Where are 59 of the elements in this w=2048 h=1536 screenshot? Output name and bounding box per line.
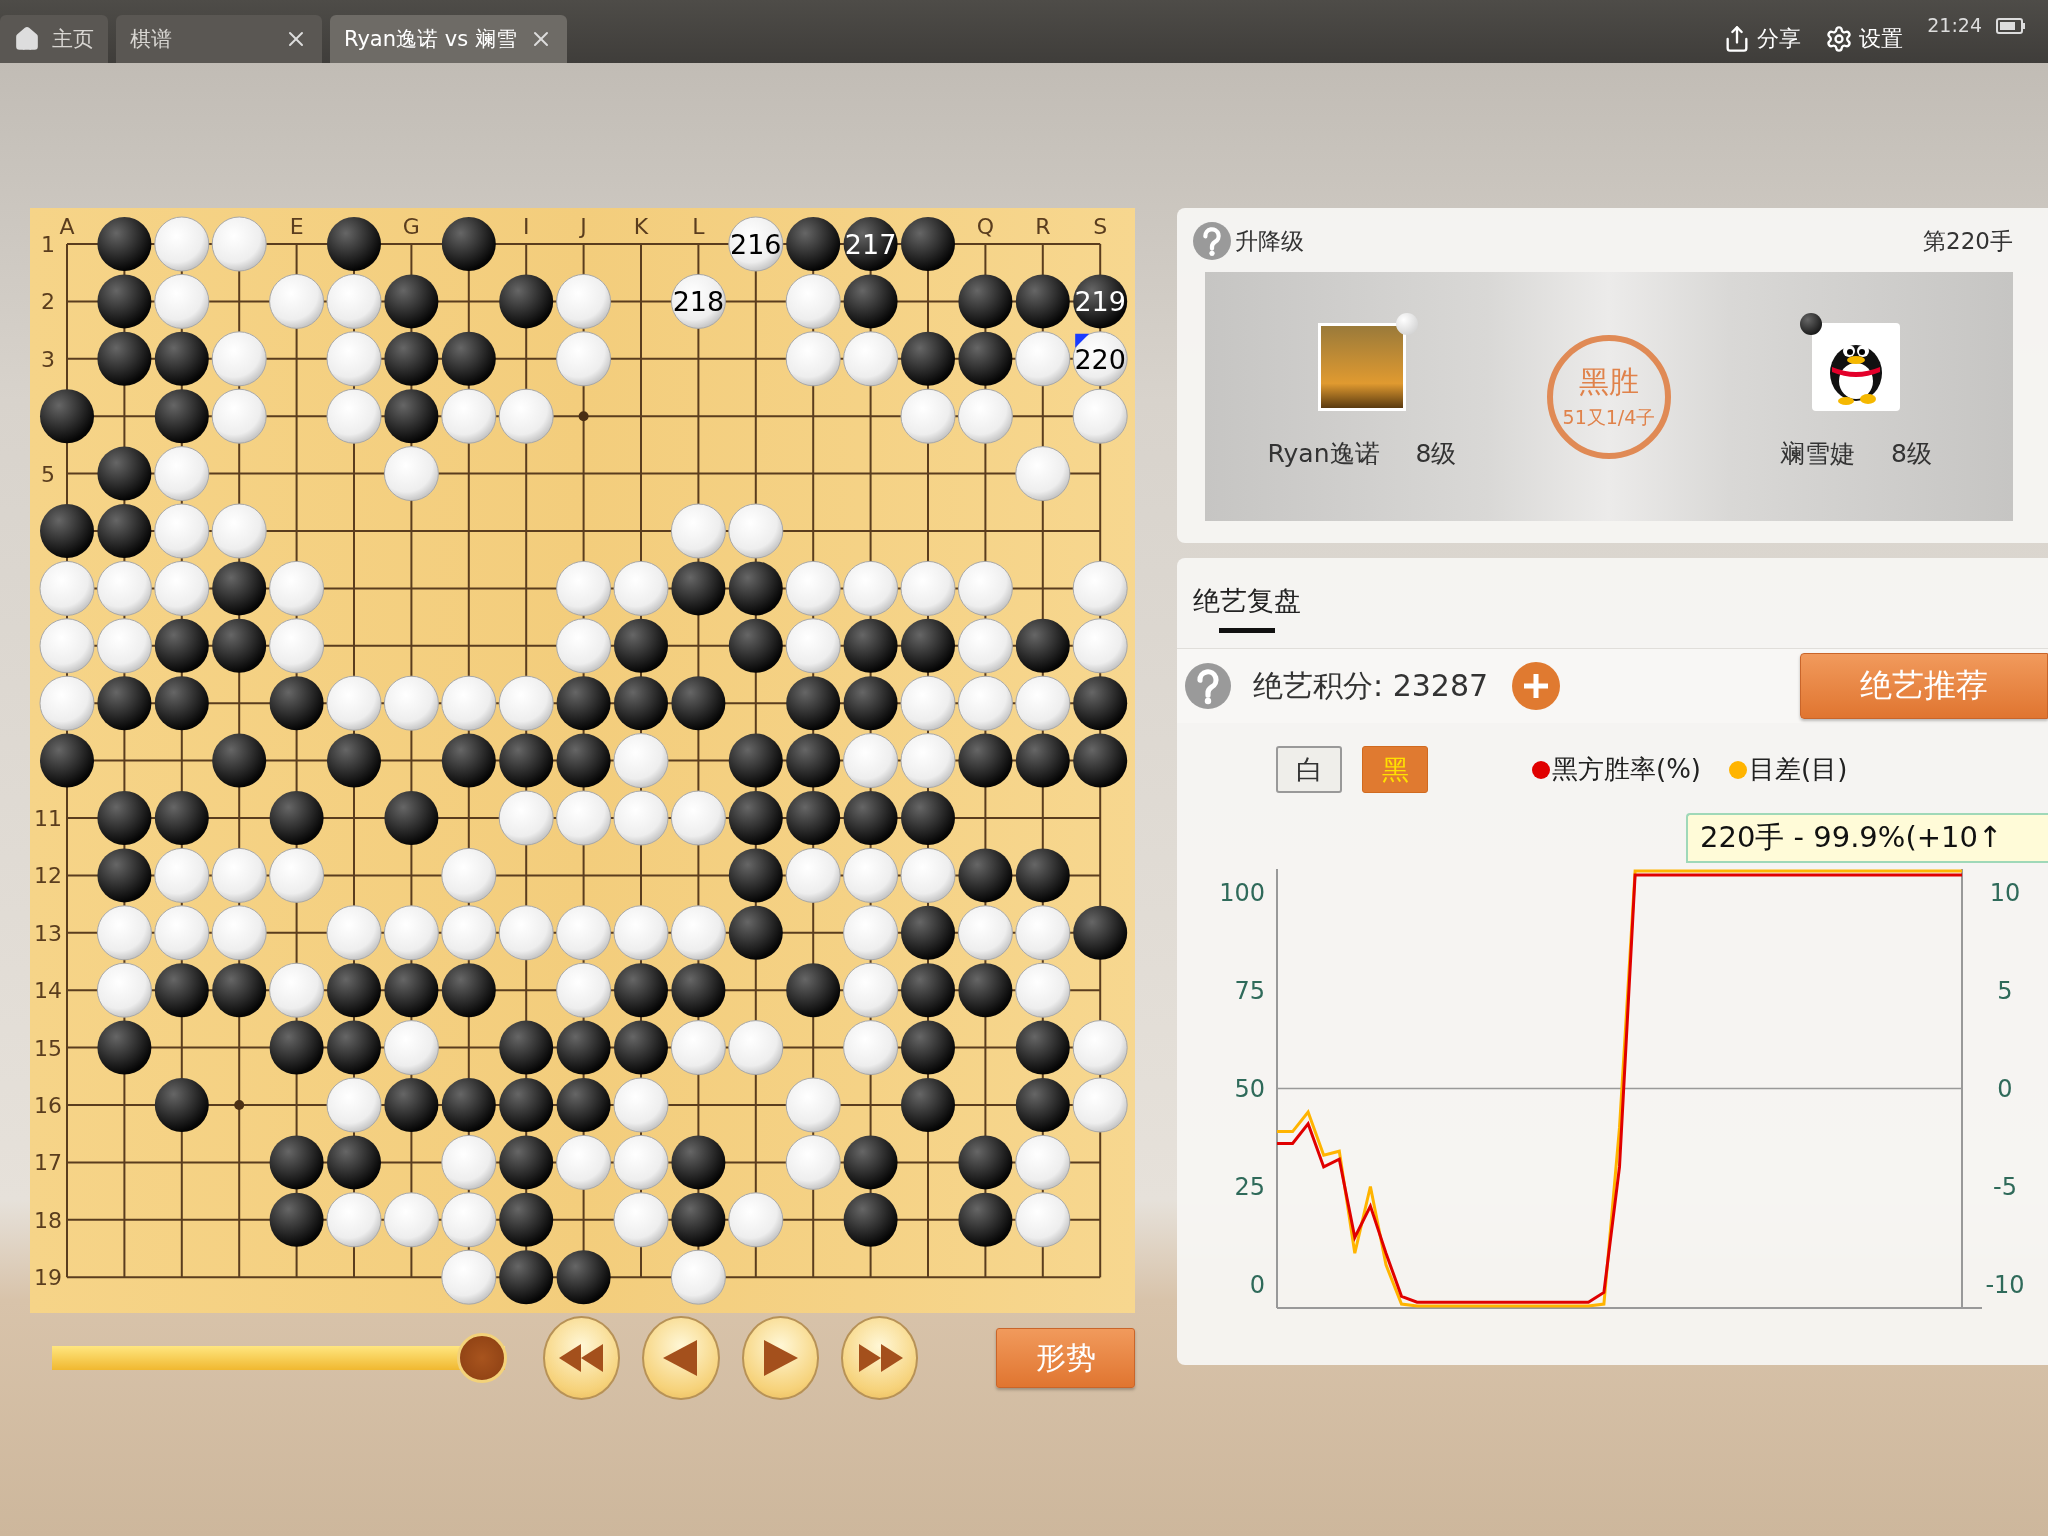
numbered-stone: 216 bbox=[728, 216, 784, 272]
move-count: 第220手 bbox=[1923, 226, 2013, 256]
tab[interactable]: 绝艺复盘 bbox=[1193, 573, 1301, 633]
coordinate-label: I bbox=[522, 214, 530, 239]
player-rank: 8级 bbox=[1415, 438, 1457, 470]
numbered-stone: 220 bbox=[1072, 331, 1128, 387]
coordinate-label: 3 bbox=[41, 346, 55, 372]
coordinate-label: K bbox=[633, 214, 649, 239]
coordinate-label: S bbox=[1093, 214, 1108, 239]
score-text: 绝艺积分: 23287 bbox=[1253, 666, 1489, 705]
result-title: 黑胜 bbox=[1579, 363, 1639, 401]
go-board[interactable]: A E G I J K L Q R S 1 2 3 5 11 12 13 14 15 16 17 18 19 216 217 218 219 220 bbox=[30, 208, 1135, 1313]
coordinate-label: J bbox=[580, 214, 587, 239]
coordinate-label: 18 bbox=[34, 1207, 62, 1233]
rank-change-label: 升降级 bbox=[1235, 226, 1304, 256]
coordinate-label: 14 bbox=[34, 978, 62, 1004]
coordinate-label: R bbox=[1035, 214, 1051, 239]
coordinate-label: 16 bbox=[34, 1093, 62, 1118]
numbered-stone: 219 bbox=[1073, 274, 1128, 329]
player-name: 斓雪婕 bbox=[1780, 438, 1856, 470]
chart-tooltip: 220手 - 99.9%(+10↑ bbox=[1686, 813, 2048, 863]
axis-tick-label: -10 bbox=[1984, 1270, 2026, 1299]
tab[interactable]: 主页 bbox=[0, 15, 108, 63]
legend-label: 目差(目) bbox=[1749, 753, 1848, 786]
coordinate-label: A bbox=[59, 214, 75, 239]
coordinate-label: 15 bbox=[34, 1035, 62, 1061]
coordinate-label: 5 bbox=[41, 461, 55, 487]
player-name: Ryan逸诺 bbox=[1267, 438, 1380, 470]
axis-tick-label: 5 bbox=[1996, 976, 2014, 1005]
legend-label: 黑方胜率(%) bbox=[1552, 753, 1701, 786]
coordinate-label: L bbox=[692, 214, 705, 239]
coordinate-label: Q bbox=[976, 214, 995, 239]
numbered-stone: 218 bbox=[670, 273, 726, 329]
coordinate-label: 19 bbox=[34, 1265, 62, 1291]
status-time: 21:24 bbox=[1927, 14, 1982, 36]
axis-tick-label: 25 bbox=[1234, 1172, 1265, 1201]
coordinate-label: 13 bbox=[34, 920, 62, 946]
player-rank: 8级 bbox=[1891, 438, 1932, 470]
coordinate-label: 11 bbox=[34, 806, 62, 831]
coordinate-label: 2 bbox=[41, 289, 55, 315]
coordinate-label: G bbox=[402, 214, 420, 239]
result-detail: 51又1/4子 bbox=[1562, 405, 1656, 430]
axis-tick-label: 0 bbox=[1249, 1270, 1265, 1299]
settings-button[interactable]: 设置 bbox=[1825, 15, 1904, 63]
coordinate-label: E bbox=[289, 214, 304, 239]
side-toggle[interactable]: 白 bbox=[1276, 746, 1342, 793]
axis-tick-label: -5 bbox=[1992, 1172, 2018, 1201]
axis-tick-label: 100 bbox=[1219, 878, 1265, 907]
tab[interactable]: 棋谱 bbox=[116, 15, 322, 63]
share-button[interactable]: 分享 bbox=[1723, 15, 1802, 63]
numbered-stone: 217 bbox=[843, 217, 898, 271]
axis-tick-label: 75 bbox=[1234, 976, 1265, 1005]
axis-tick-label: 10 bbox=[1988, 878, 2022, 907]
tab[interactable]: Ryan逸诺 vs 斓雪 bbox=[330, 15, 567, 63]
coordinate-label: 12 bbox=[34, 863, 62, 889]
coordinate-label: 17 bbox=[34, 1150, 62, 1176]
coordinate-label: 1 bbox=[41, 232, 55, 257]
axis-tick-label: 50 bbox=[1234, 1074, 1265, 1103]
axis-tick-label: 0 bbox=[1996, 1074, 2014, 1103]
